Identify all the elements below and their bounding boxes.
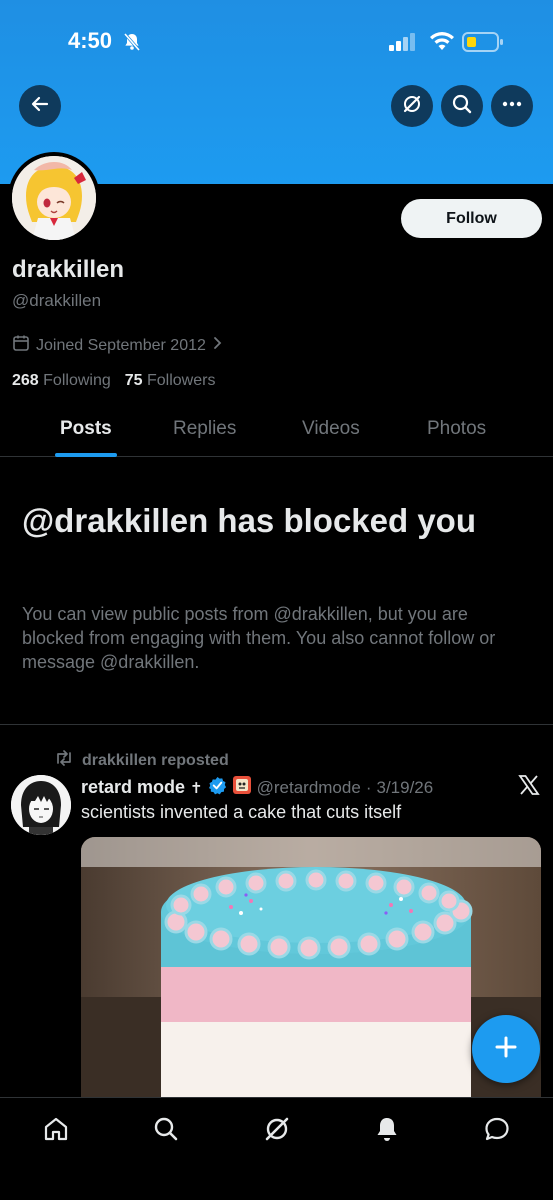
grok-button[interactable] [391, 85, 433, 127]
post-author-avatar[interactable] [11, 775, 71, 835]
tab-posts[interactable]: Posts [60, 418, 112, 440]
silent-bell-icon [122, 32, 142, 57]
chevron-right-icon [212, 336, 224, 355]
tab-videos[interactable]: Videos [302, 418, 360, 440]
joined-date-text: Joined September 2012 [36, 336, 206, 354]
following-label: Following [43, 372, 111, 389]
nav-search-icon[interactable] [151, 1114, 181, 1144]
search-button[interactable] [441, 85, 483, 127]
more-button[interactable] [491, 85, 533, 127]
post-avatar-illustration [11, 775, 71, 835]
verified-badge-icon [208, 776, 227, 800]
post-separator: · [365, 777, 372, 797]
repost-label: drakkillen reposted [82, 751, 229, 769]
post-media-image[interactable] [81, 837, 541, 1097]
back-arrow-icon [30, 94, 50, 119]
bottom-navigation [0, 1097, 553, 1200]
wifi-icon [428, 30, 456, 57]
post-date[interactable]: 3/19/26 [376, 778, 433, 798]
nav-bell-icon[interactable] [372, 1114, 402, 1144]
x-logo-icon [518, 774, 540, 801]
section-divider [0, 724, 553, 725]
active-tab-indicator [55, 453, 117, 457]
post-author-handle[interactable]: @retardmode [257, 778, 361, 798]
following-count: 268 [12, 372, 39, 389]
follow-button[interactable]: Follow [401, 199, 542, 238]
profile-display-name: drakkillen [12, 256, 125, 283]
nav-messages-icon[interactable] [482, 1114, 512, 1144]
joined-date-row[interactable]: Joined September 2012 [12, 334, 224, 357]
profile-handle: @drakkillen [12, 291, 102, 310]
followers-count: 75 [124, 372, 143, 389]
repost-indicator: drakkillen reposted [54, 750, 229, 771]
signal-icon [388, 32, 418, 57]
post-text: scientists invented a cake that cuts its… [81, 802, 402, 822]
tab-photos[interactable]: Photos [427, 418, 486, 440]
followers-label: Followers [147, 372, 216, 389]
nav-grok-icon[interactable] [262, 1114, 292, 1144]
post-header: retard mode ✝ @retardmode · 3/19/26 [81, 775, 433, 800]
grok-icon [401, 93, 423, 120]
post-author-name[interactable]: retard mode [81, 777, 185, 798]
repost-icon [54, 750, 74, 771]
compose-button[interactable] [472, 1015, 540, 1083]
cake-image [81, 837, 541, 1097]
plus-icon [493, 1034, 519, 1065]
blocked-title: @drakkillen has blocked you [22, 502, 476, 539]
profile-avatar[interactable] [8, 152, 100, 244]
status-time: 4:50 [68, 28, 113, 53]
followers-stat[interactable]: 75 Followers [125, 372, 216, 390]
affiliate-badge-icon [232, 775, 252, 800]
profile-tabs: Posts Replies Videos Photos [0, 400, 553, 457]
avatar-illustration [12, 156, 96, 240]
search-icon [451, 93, 473, 120]
blocked-description: You can view public posts from @drakkill… [22, 604, 496, 672]
nav-home-icon[interactable] [41, 1114, 71, 1144]
cross-icon: ✝ [190, 779, 203, 797]
more-icon [501, 93, 523, 120]
follow-stats: 268 Following 75 Followers [12, 372, 215, 390]
calendar-icon [12, 334, 30, 357]
status-bar: 4:50 [0, 22, 553, 62]
tab-replies[interactable]: Replies [173, 418, 236, 440]
following-stat[interactable]: 268 Following [12, 372, 111, 390]
battery-icon [462, 31, 504, 58]
back-button[interactable] [19, 85, 61, 127]
